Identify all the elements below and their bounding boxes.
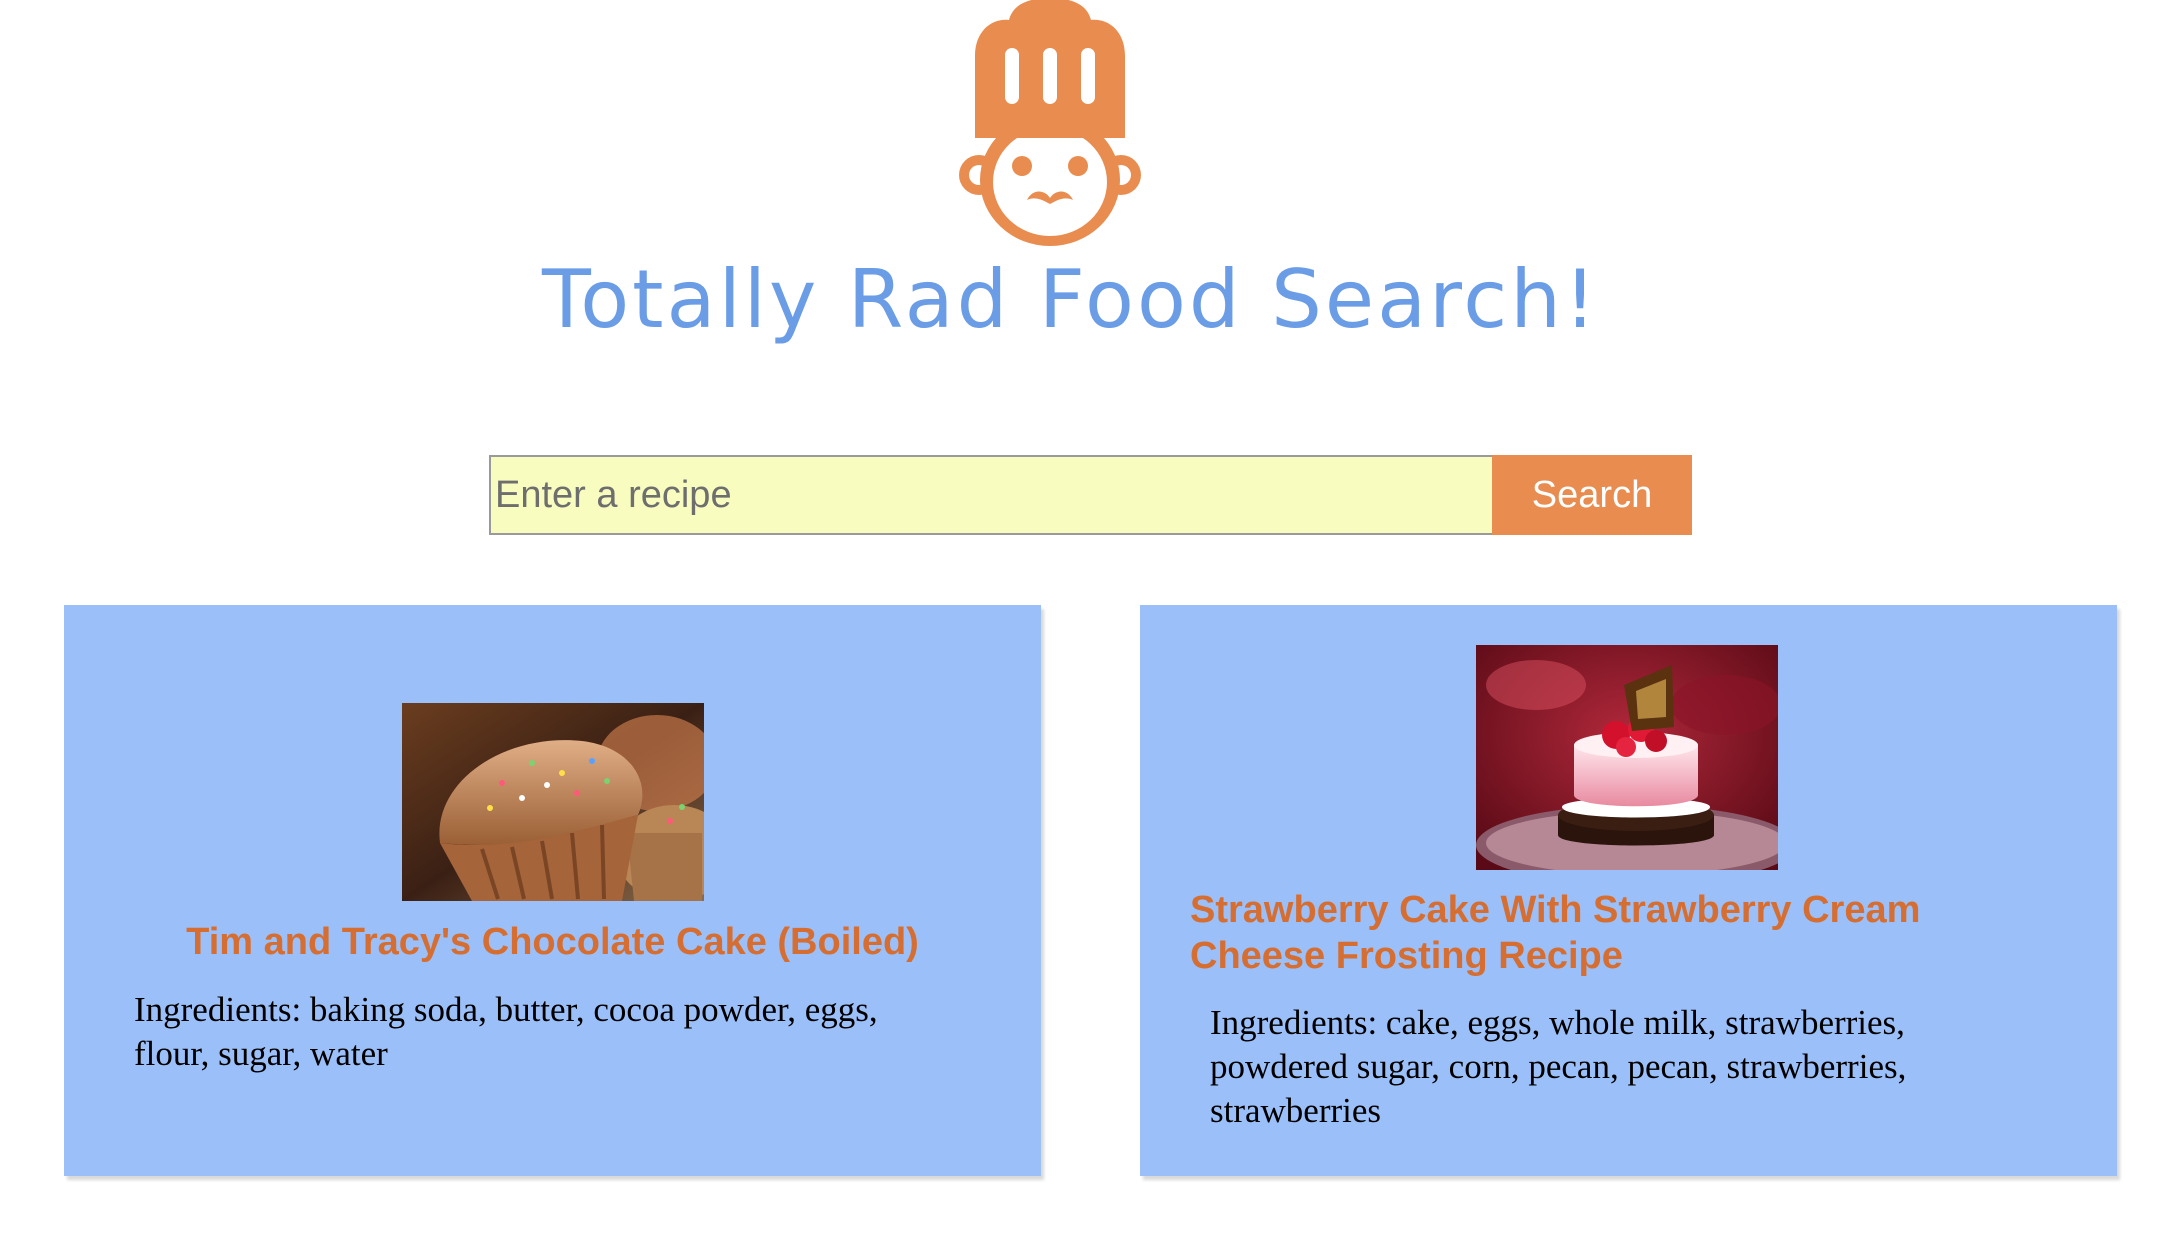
muffin-photo[interactable] [402,703,704,901]
recipe-title[interactable]: Tim and Tracy's Chocolate Cake (Boiled) [64,919,1041,965]
recipe-title[interactable]: Strawberry Cake With Strawberry Cream Ch… [1190,887,2010,979]
chef-hat-icon [959,0,1141,246]
search-button[interactable]: Search [1492,455,1692,535]
strawberry-cake-photo[interactable] [1476,645,1778,870]
recipe-ingredients: Ingredients: baking soda, butter, cocoa … [134,990,878,1073]
recipe-ingredients: Ingredients: cake, eggs, whole milk, str… [1210,1003,1907,1130]
recipe-card: Strawberry Cake With Strawberry Cream Ch… [1140,605,2117,1176]
recipe-card: Tim and Tracy's Chocolate Cake (Boiled) … [64,605,1041,1176]
recipe-search-input[interactable] [489,455,1492,535]
site-title: Totally Rad Food Search! [541,253,1600,346]
